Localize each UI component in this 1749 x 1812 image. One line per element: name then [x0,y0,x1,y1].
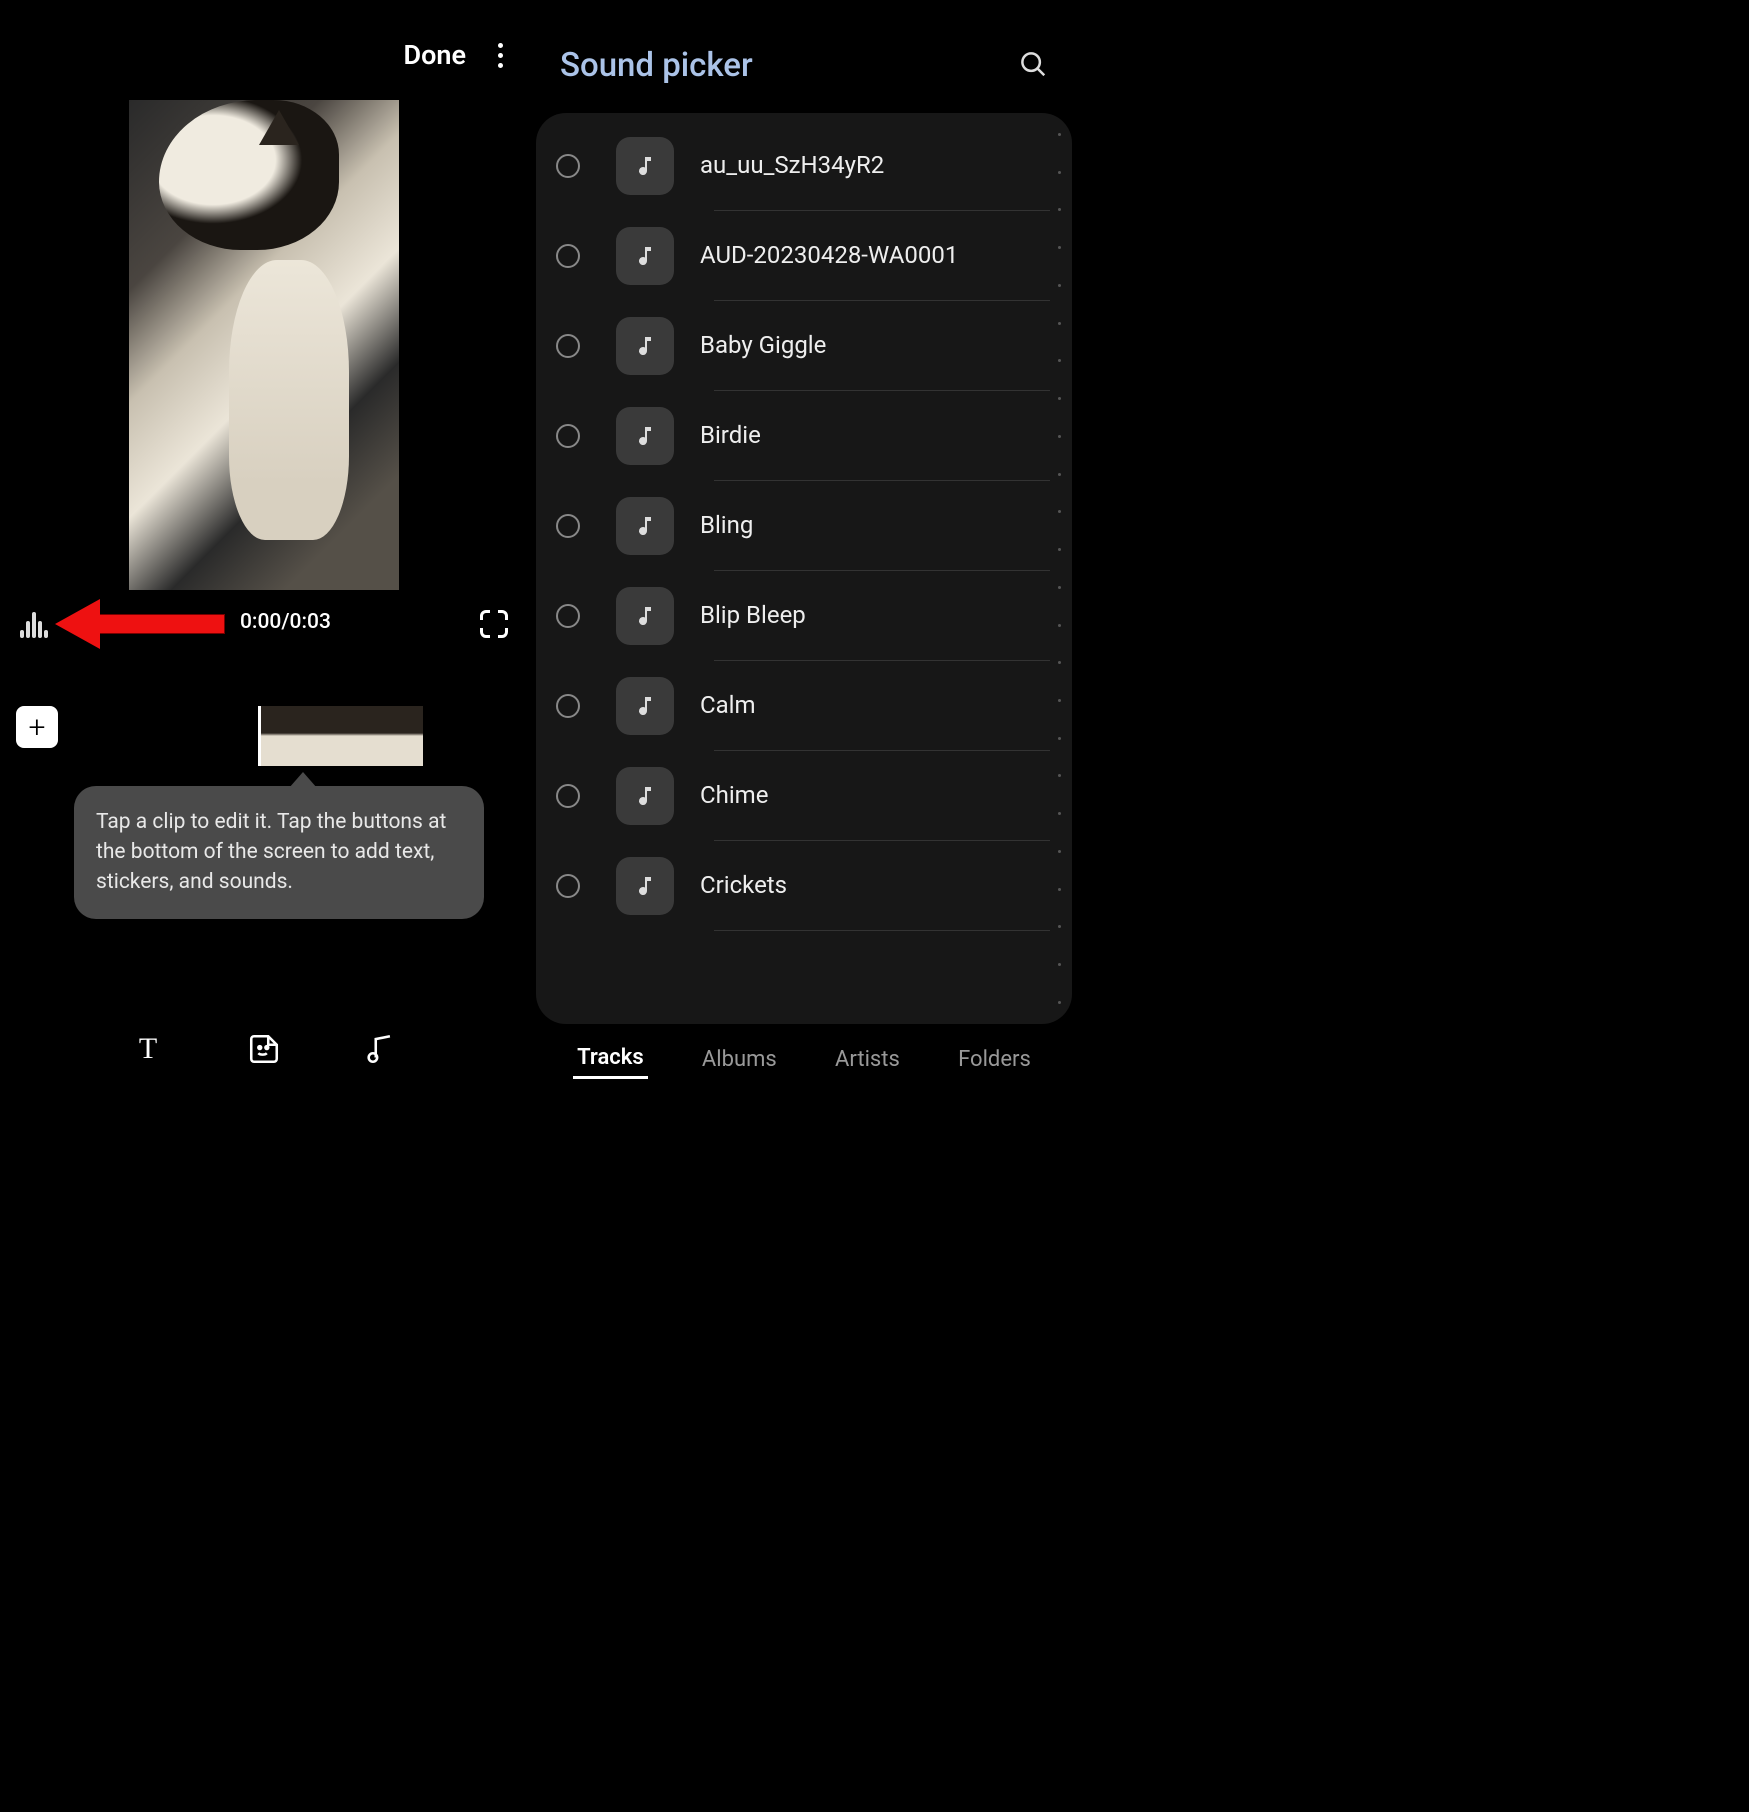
timeline-thumbnails[interactable] [258,706,423,766]
track-art [616,227,674,285]
editor-top-bar: Done [0,0,528,90]
track-art [616,677,674,735]
track-title: Calm [700,691,1062,719]
timeline-frame[interactable] [315,706,369,766]
track-art [616,497,674,555]
track-radio[interactable] [556,244,580,268]
track-row[interactable]: Calm [536,661,1072,751]
preview-image [159,100,339,250]
music-note-icon [363,1032,397,1066]
more-options-button[interactable] [498,43,504,68]
scroll-index[interactable] [1054,133,1064,1004]
sticker-tool-button[interactable] [247,1032,281,1066]
text-tool-button[interactable]: T [131,1032,165,1066]
track-text: Crickets [700,871,1062,901]
track-art [616,587,674,645]
track-text: au_uu_SzH34yR2 [700,151,1062,181]
editor-tools-bar: T [0,1004,528,1094]
sound-picker-title: Sound picker [560,46,753,85]
tab-albums[interactable]: Albums [698,1041,781,1078]
text-icon: T [139,1032,157,1066]
timeline-frame[interactable] [369,706,423,766]
sticker-icon [247,1032,281,1066]
track-row[interactable]: Baby Giggle [536,301,1072,391]
timeline-frame[interactable] [261,706,315,766]
divider [714,930,1050,931]
track-title: AUD-20230428-WA0001 [700,241,1062,269]
sound-picker-tabs: Tracks Albums Artists Folders [528,1024,1080,1094]
audio-levels-icon[interactable] [20,610,48,638]
track-radio[interactable] [556,424,580,448]
track-title: Blip Bleep [700,601,1062,629]
track-row[interactable]: au_uu_SzH34yR2 [536,121,1072,211]
track-title: Birdie [700,421,1062,449]
track-row[interactable]: AUD-20230428-WA0001 [536,211,1072,301]
track-row[interactable]: Bling [536,481,1072,571]
video-editor-pane: Done 0:00/0:03 + Tap a clip to edit it. … [0,0,528,1094]
search-button[interactable] [1018,49,1048,83]
tab-folders[interactable]: Folders [954,1041,1035,1078]
search-icon [1018,49,1048,79]
help-tooltip: Tap a clip to edit it. Tap the buttons a… [74,786,484,919]
track-radio[interactable] [556,694,580,718]
track-row[interactable]: Chime [536,751,1072,841]
video-preview[interactable] [129,100,399,590]
track-text: Bling [700,511,1062,541]
track-row[interactable]: Blip Bleep [536,571,1072,661]
sound-picker-header: Sound picker [528,0,1080,101]
track-art [616,407,674,465]
more-vert-icon [498,43,503,48]
track-radio[interactable] [556,334,580,358]
track-row[interactable]: Birdie [536,391,1072,481]
tab-artists[interactable]: Artists [831,1041,904,1078]
playback-time: 0:00/0:03 [240,610,331,634]
track-list-card: au_uu_SzH34yR2 AUD-20230428-WA0001 Baby Gi… [536,113,1072,1024]
add-clip-button[interactable]: + [16,706,58,748]
track-row[interactable]: Crickets [536,841,1072,931]
track-text: Baby Giggle [700,331,1062,361]
track-text: Birdie [700,421,1062,451]
track-art [616,767,674,825]
track-art [616,857,674,915]
annotation-arrow [55,604,225,644]
tab-tracks[interactable]: Tracks [573,1039,648,1079]
track-title: au_uu_SzH34yR2 [700,151,1062,179]
preview-controls: 0:00/0:03 [0,590,528,638]
track-text: Blip Bleep [700,601,1062,631]
fullscreen-icon[interactable] [480,610,508,638]
track-radio[interactable] [556,154,580,178]
timeline-row: + [0,706,528,766]
music-tool-button[interactable] [363,1032,397,1066]
done-button[interactable]: Done [404,39,466,71]
track-art [616,137,674,195]
track-radio[interactable] [556,604,580,628]
track-radio[interactable] [556,784,580,808]
track-text: AUD-20230428-WA0001 [700,241,1062,271]
track-title: Baby Giggle [700,331,1062,359]
track-title: Crickets [700,871,1062,899]
track-radio[interactable] [556,514,580,538]
track-art [616,317,674,375]
sound-picker-pane: Sound picker au_uu_SzH34yR2 AUD-20230428-… [528,0,1080,1094]
track-list[interactable]: au_uu_SzH34yR2 AUD-20230428-WA0001 Baby Gi… [536,121,1072,1024]
track-text: Calm [700,691,1062,721]
track-radio[interactable] [556,874,580,898]
track-text: Chime [700,781,1062,811]
track-title: Chime [700,781,1062,809]
track-title: Bling [700,511,1062,539]
